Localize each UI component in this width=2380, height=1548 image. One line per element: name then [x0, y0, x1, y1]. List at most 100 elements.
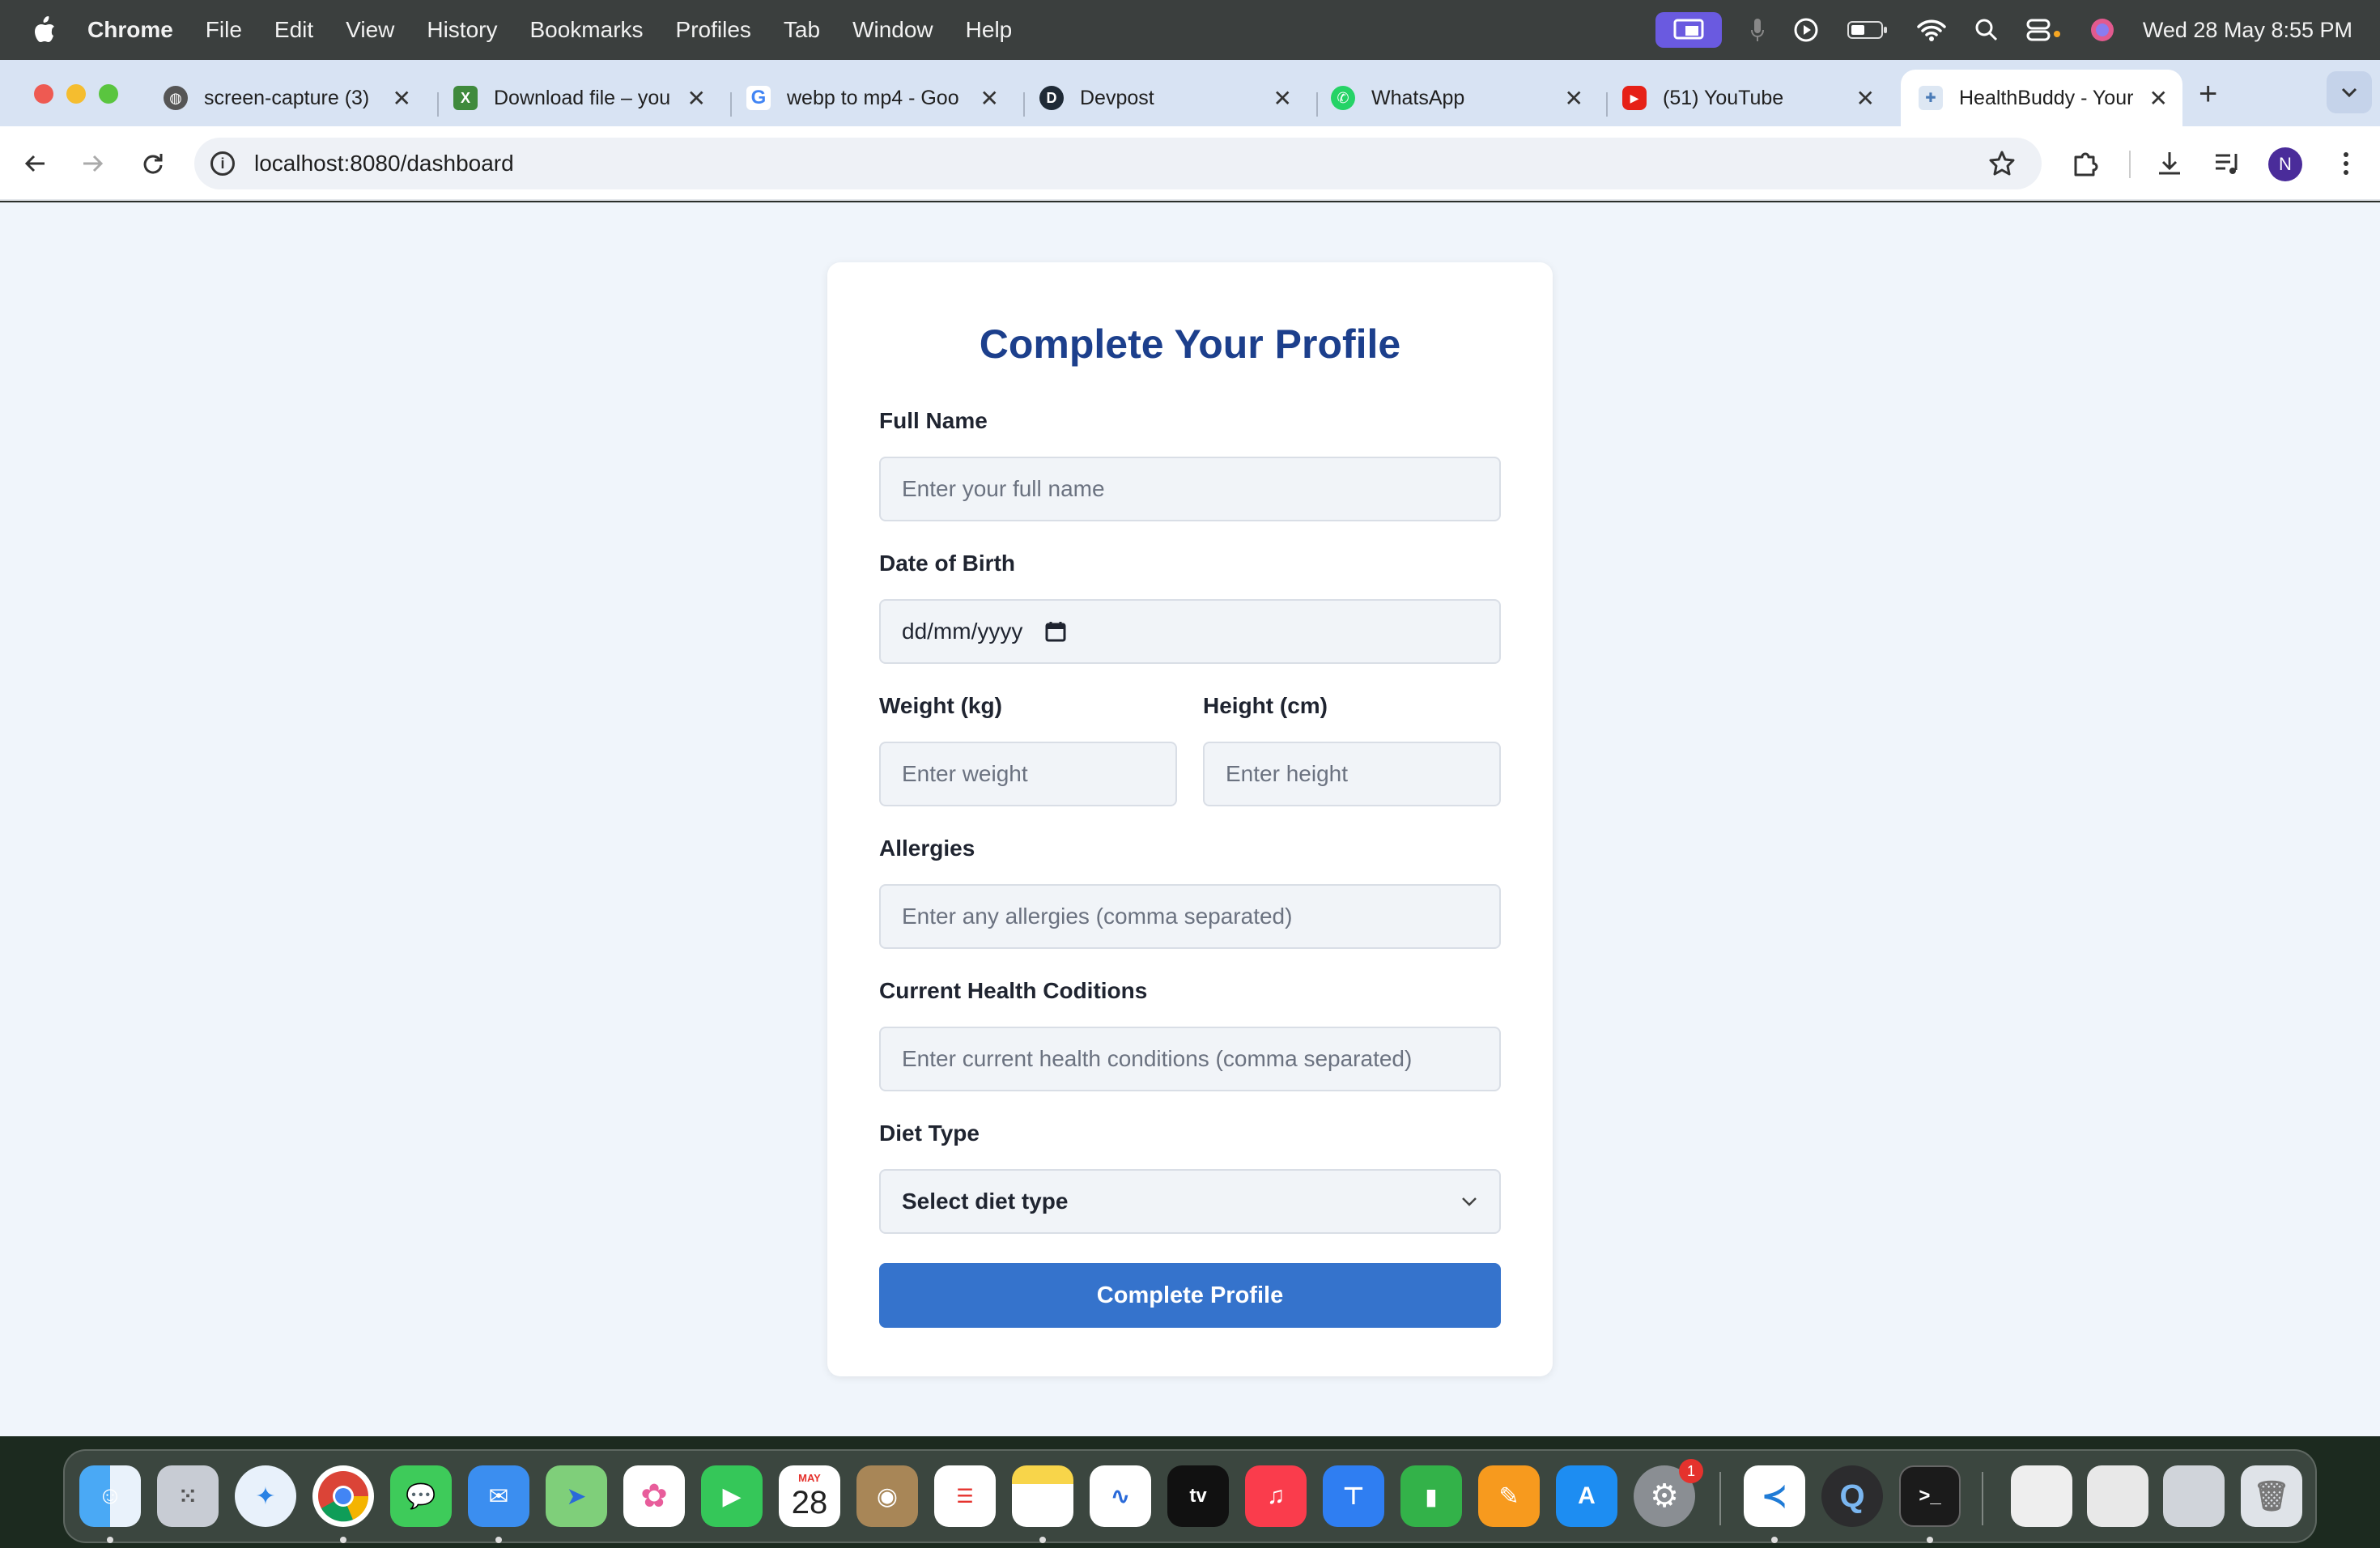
pages-icon[interactable]: ✎: [1478, 1465, 1540, 1527]
tab-screen-capture[interactable]: ◍ screen-capture (3) ✕: [159, 70, 426, 126]
calendar-app-icon[interactable]: MAY 28: [779, 1465, 840, 1527]
chrome-icon[interactable]: [312, 1465, 374, 1527]
media-control-icon[interactable]: [2213, 151, 2242, 178]
tab-youtube[interactable]: ▶ (51) YouTube ✕: [1622, 70, 1889, 126]
control-center-icon[interactable]: [2026, 18, 2062, 42]
running-indicator: [495, 1537, 502, 1543]
menu-window[interactable]: Window: [852, 17, 933, 43]
menubar-clock[interactable]: Wed 28 May 8:55 PM: [2143, 18, 2352, 43]
tab-separator: [730, 92, 732, 117]
tab-google-search[interactable]: G webp to mp4 - Goo ✕: [746, 70, 1014, 126]
menu-bookmarks[interactable]: Bookmarks: [529, 17, 643, 43]
launchpad-icon[interactable]: ⁙: [157, 1465, 219, 1527]
tab-healthbuddy[interactable]: ✚ HealthBuddy - Your ✕: [1901, 70, 2182, 126]
close-icon[interactable]: ✕: [1273, 85, 1292, 112]
back-button[interactable]: [18, 146, 53, 181]
keynote-icon[interactable]: ⊤: [1323, 1465, 1384, 1527]
menu-app-chrome[interactable]: Chrome: [87, 17, 173, 43]
close-icon[interactable]: ✕: [393, 85, 411, 112]
complete-profile-button[interactable]: Complete Profile: [879, 1263, 1501, 1328]
maps-icon[interactable]: ➤: [546, 1465, 607, 1527]
trash-icon[interactable]: 🗑: [2241, 1465, 2302, 1527]
battery-icon[interactable]: [1847, 19, 1889, 41]
tab-title: webp to mp4 - Goo: [787, 86, 959, 109]
new-tab-button[interactable]: +: [2199, 76, 2217, 113]
facetime-icon[interactable]: ▶: [701, 1465, 763, 1527]
close-icon[interactable]: ✕: [1565, 85, 1583, 112]
apple-logo-icon[interactable]: [32, 16, 57, 44]
diet-type-select[interactable]: Select diet type: [879, 1169, 1501, 1234]
close-icon[interactable]: ✕: [980, 85, 999, 112]
reminders-icon[interactable]: ☰: [934, 1465, 996, 1527]
menu-tab[interactable]: Tab: [784, 17, 820, 43]
dock-separator: [1982, 1472, 1983, 1525]
arrow-right-icon: [83, 155, 104, 172]
calendar-icon[interactable]: [1045, 621, 1066, 642]
address-bar[interactable]: i localhost:8080/dashboard: [194, 138, 2042, 189]
play-icon[interactable]: [1793, 17, 1819, 43]
url-text[interactable]: localhost:8080/dashboard: [254, 151, 514, 176]
siri-icon[interactable]: [2089, 17, 2115, 43]
weight-label: Weight (kg): [879, 693, 1002, 718]
tab-search-button[interactable]: [2327, 71, 2372, 113]
menu-help[interactable]: Help: [966, 17, 1013, 43]
page-title: Complete Your Profile: [979, 321, 1401, 367]
vscode-icon[interactable]: ≺: [1744, 1465, 1805, 1527]
recent-document-icon[interactable]: [2087, 1465, 2148, 1527]
quicktime-icon[interactable]: Q: [1821, 1465, 1883, 1527]
spotlight-search-icon[interactable]: [1974, 18, 1999, 42]
tab-devpost[interactable]: D Devpost ✕: [1039, 70, 1307, 126]
close-icon[interactable]: ✕: [1856, 85, 1875, 112]
contacts-icon[interactable]: ◉: [856, 1465, 918, 1527]
safari-icon[interactable]: ✦: [235, 1465, 296, 1527]
menu-history[interactable]: History: [427, 17, 497, 43]
menu-edit[interactable]: Edit: [274, 17, 313, 43]
close-icon[interactable]: ✕: [687, 85, 706, 112]
close-icon[interactable]: ✕: [2149, 85, 2168, 112]
profile-avatar[interactable]: N: [2268, 147, 2302, 181]
health-conditions-label: Current Health Coditions: [879, 978, 1148, 1003]
chrome-tab-strip: ◍ screen-capture (3) ✕ X Download file –…: [0, 60, 2380, 126]
microphone-icon[interactable]: [1749, 17, 1766, 43]
allergies-input[interactable]: Enter any allergies (comma separated): [879, 884, 1501, 949]
weight-input[interactable]: Enter weight: [879, 742, 1177, 806]
site-info-icon[interactable]: i: [210, 151, 235, 176]
downloads-stack-icon[interactable]: [2163, 1465, 2225, 1527]
healthbuddy-icon: ✚: [1919, 86, 1943, 110]
tv-app-icon[interactable]: tv: [1167, 1465, 1229, 1527]
music-icon[interactable]: ♫: [1245, 1465, 1307, 1527]
menu-view[interactable]: View: [346, 17, 394, 43]
zoom-window-button[interactable]: [99, 84, 118, 104]
numbers-icon[interactable]: ▮: [1400, 1465, 1462, 1527]
notes-icon[interactable]: [1012, 1465, 1073, 1527]
full-name-input[interactable]: Enter your full name: [879, 457, 1501, 521]
reload-button[interactable]: [134, 146, 170, 181]
dob-input[interactable]: dd/mm/yyyy: [879, 599, 1501, 664]
menu-file[interactable]: File: [206, 17, 242, 43]
app-store-icon[interactable]: A: [1556, 1465, 1617, 1527]
terminal-icon[interactable]: >_: [1899, 1465, 1961, 1527]
notification-badge: 1: [1679, 1459, 1703, 1483]
wifi-icon[interactable]: [1916, 18, 1947, 42]
freeform-icon[interactable]: ∿: [1090, 1465, 1151, 1527]
download-icon[interactable]: [2155, 149, 2184, 178]
tab-whatsapp[interactable]: ✆ WhatsApp ✕: [1331, 70, 1598, 126]
height-input[interactable]: Enter height: [1203, 742, 1501, 806]
extensions-icon[interactable]: [2071, 149, 2100, 178]
tab-download-file[interactable]: X Download file – you ✕: [453, 70, 720, 126]
health-conditions-input[interactable]: Enter current health conditions (comma s…: [879, 1027, 1501, 1091]
mail-icon[interactable]: ✉: [468, 1465, 529, 1527]
screen-share-icon[interactable]: [1655, 12, 1722, 48]
messages-icon[interactable]: 💬: [390, 1465, 452, 1527]
photos-icon[interactable]: ✿: [623, 1465, 685, 1527]
tab-title: Download file – you: [494, 86, 671, 109]
minimize-window-button[interactable]: [66, 84, 86, 104]
forward-button[interactable]: [74, 146, 110, 181]
more-menu-icon[interactable]: [2331, 149, 2361, 178]
running-indicator: [1039, 1537, 1046, 1543]
finder-icon[interactable]: ☺: [79, 1465, 141, 1527]
chrome-document-icon[interactable]: [2011, 1465, 2072, 1527]
bookmark-star-icon[interactable]: [1988, 150, 2016, 177]
close-window-button[interactable]: [34, 84, 53, 104]
menu-profiles[interactable]: Profiles: [676, 17, 751, 43]
